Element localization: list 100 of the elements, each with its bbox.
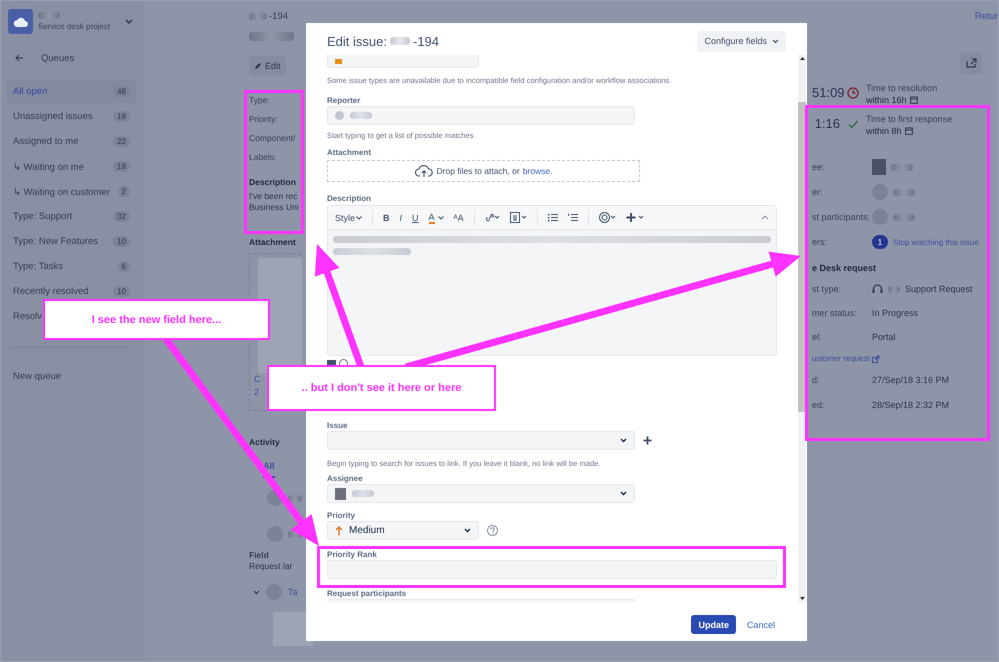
text-color-button[interactable]: A [428, 212, 435, 224]
field-label: Reporter [327, 95, 360, 106]
configure-fields-button[interactable]: Configure fields [697, 30, 786, 52]
queue-item[interactable]: Type: New Features 10 [6, 234, 136, 249]
field-label: ers: [812, 237, 828, 247]
chevron-down-icon[interactable] [253, 590, 260, 594]
plus-icon[interactable] [643, 436, 652, 445]
field-label: Priority: [249, 114, 278, 125]
blurred-text [288, 494, 302, 502]
scroll-up-icon[interactable] [800, 57, 804, 60]
return-link[interactable]: Retur [974, 11, 998, 22]
chevron-down-icon [464, 528, 471, 533]
callout-tooltip: I see the new field here... [43, 299, 270, 340]
stop-watching-link[interactable]: Stop watching this issue [893, 238, 979, 246]
queue-label: All open [13, 86, 48, 97]
queue-item[interactable]: Type: Support 32 [6, 209, 136, 224]
description-editor[interactable]: Style B I U A ᴬA [327, 205, 777, 356]
calendar-icon [910, 96, 918, 104]
link-icon[interactable] [484, 213, 500, 222]
avatar [335, 111, 344, 120]
queue-count: 6 [118, 261, 130, 272]
text-size-button[interactable]: ᴬA [454, 212, 464, 222]
bullet-list-icon[interactable] [548, 213, 558, 222]
queue-item[interactable]: Resolv [6, 309, 42, 324]
field-label: Assignee [327, 473, 363, 484]
queue-item[interactable]: All open 48 [6, 80, 136, 103]
attachment-dropzone[interactable]: Drop files to attach, or browse. [327, 160, 640, 182]
field-label: Labels: [249, 152, 276, 163]
blurred-title [249, 32, 294, 41]
field-value: Portal [872, 332, 896, 342]
description-heading: Description [249, 177, 296, 187]
share-button[interactable] [960, 52, 982, 74]
field-label: ed: [812, 400, 826, 410]
sla-name: Time to first response [866, 114, 952, 124]
blurred-text [891, 164, 913, 170]
scroll-down-icon[interactable] [800, 597, 804, 600]
attachment-text: C [254, 373, 262, 386]
field-label: mer status: [812, 308, 858, 318]
numbered-list-icon[interactable] [568, 213, 578, 222]
queue-item[interactable]: Unassigned issues 19 [6, 109, 136, 124]
browse-link[interactable]: browse. [522, 166, 552, 176]
update-button[interactable]: Update [691, 615, 736, 634]
assignee-select[interactable] [327, 484, 635, 503]
chevron-down-icon[interactable] [438, 216, 444, 220]
queue-item[interactable]: Type: Tasks 6 [6, 259, 136, 274]
blurred-text [888, 286, 900, 292]
priority-select[interactable]: Medium [327, 521, 479, 540]
sla-name: Time to resolution [866, 83, 938, 93]
history-author[interactable]: Ta [288, 587, 298, 597]
priority-rank-field[interactable] [327, 560, 777, 579]
field-label: Component/ [249, 133, 296, 144]
attachment-icon[interactable] [510, 212, 527, 223]
scrollbar[interactable] [798, 55, 806, 602]
bold-button[interactable]: B [383, 212, 390, 222]
issue-key: -194 [269, 11, 288, 22]
queue-item[interactable]: Assigned to me 22 [6, 134, 136, 149]
queue-label: ↳ Waiting on me [13, 160, 84, 172]
arrow-up-icon [335, 526, 343, 536]
queue-label: Resolv [13, 311, 42, 322]
description-text: Business Uni [249, 202, 299, 213]
back-arrow-icon[interactable] [15, 54, 24, 62]
queue-count: 19 [113, 111, 130, 122]
italic-button[interactable]: I [400, 212, 402, 222]
style-menu[interactable]: Style [335, 212, 362, 222]
queue-label: Unassigned issues [13, 111, 93, 122]
chevron-down-icon [356, 216, 362, 220]
queue-item[interactable]: Recently resolved 10 [6, 284, 136, 299]
collapse-icon[interactable] [761, 215, 769, 220]
field-label: Priority [327, 510, 356, 521]
headset-icon [872, 284, 883, 294]
history-field-value: Request lar [249, 561, 292, 572]
cancel-link[interactable]: Cancel [746, 620, 775, 630]
help-icon[interactable] [487, 525, 498, 536]
queue-label: Recently resolved [13, 286, 89, 297]
activity-heading: Activity [249, 437, 280, 447]
chevron-down-icon[interactable] [125, 18, 134, 24]
queue-item[interactable]: ↳ Waiting on customer 2 [6, 184, 136, 199]
field-label: Attachment [327, 147, 372, 158]
queue-count: 2 [118, 186, 130, 197]
emoji-icon[interactable] [598, 212, 616, 223]
watcher-count: 1 [872, 235, 888, 249]
queue-item[interactable]: ↳ Waiting on me 19 [6, 159, 136, 174]
new-queue-link[interactable]: New queue [13, 371, 145, 382]
customer-request-link[interactable]: ustomer request [812, 354, 870, 363]
field-label: st participants: [812, 212, 867, 222]
blurred-text [249, 13, 267, 20]
field-label: st type: [812, 284, 842, 294]
queue-count: 32 [113, 211, 130, 222]
pencil-icon [254, 62, 262, 70]
plus-icon[interactable] [626, 212, 644, 223]
field-label: Request participants [327, 588, 406, 599]
reporter-field[interactable] [327, 106, 635, 125]
field-label: ee: [812, 162, 826, 172]
queue-label: Assigned to me [13, 136, 78, 147]
queue-label: Type: Tasks [13, 261, 63, 272]
edit-button[interactable]: Edit [249, 56, 286, 76]
field-label: Description [327, 193, 372, 204]
attachment-text: 2 [254, 386, 260, 399]
field-label: el: [812, 332, 823, 342]
underline-button[interactable]: U [412, 212, 419, 222]
